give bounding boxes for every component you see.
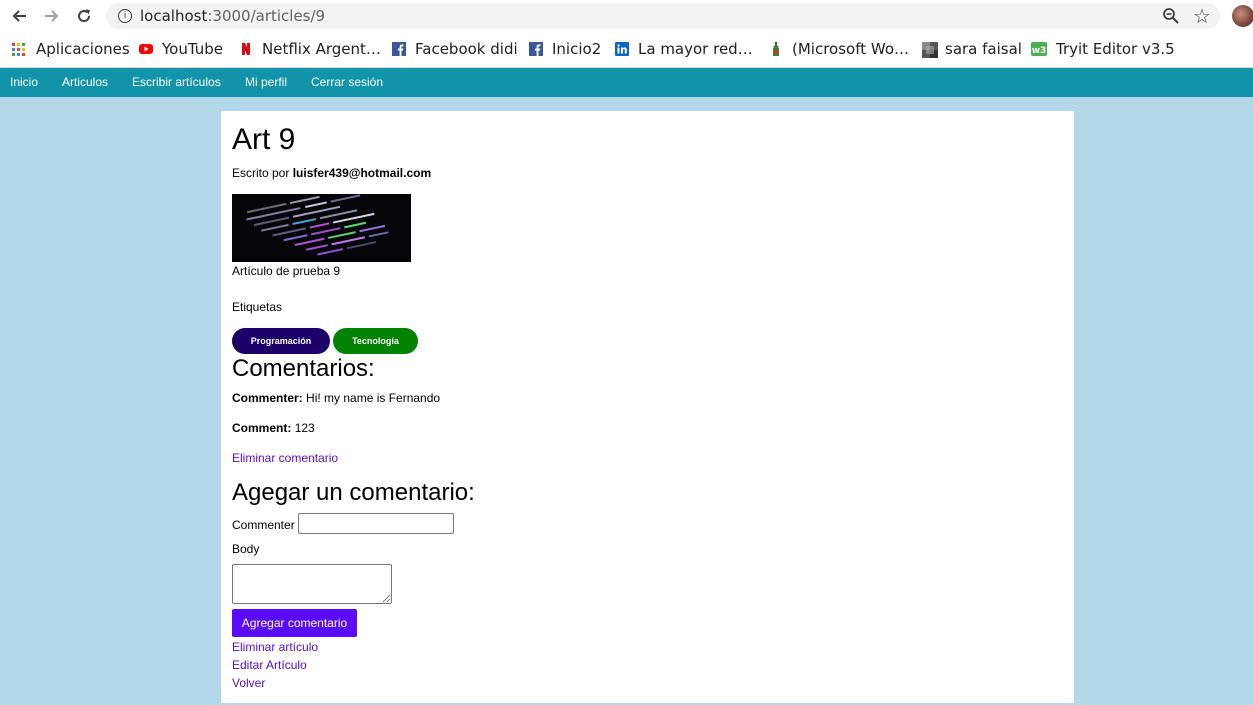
bookmark-label: Inicio2: [552, 40, 602, 58]
bookmark-aplicaciones[interactable]: Aplicaciones: [12, 40, 130, 58]
article-body: Artículo de prueba 9: [232, 264, 341, 278]
url-text[interactable]: localhost:3000/articles/9: [140, 7, 325, 25]
nav-mi-perfil[interactable]: Mi perfil: [245, 75, 287, 89]
address-bar[interactable]: i localhost:3000/articles/9: [106, 3, 1220, 29]
comment-body: Comment: 123: [232, 421, 315, 435]
add-comment-button[interactable]: Agregar comentario: [232, 609, 357, 637]
comments-heading: Comentarios:: [232, 355, 375, 382]
comment-label: Comment:: [232, 421, 292, 435]
tag-programacion[interactable]: Programación: [232, 328, 330, 354]
bookmark-label: La mayor red…: [638, 40, 753, 58]
body-textarea[interactable]: [232, 564, 392, 604]
delete-article-link[interactable]: Eliminar artículo: [232, 640, 318, 654]
bookmark-star-icon[interactable]: ☆: [1193, 4, 1211, 28]
commenter-value: Hi! my name is Fernando: [306, 391, 441, 405]
url-host: localhost: [140, 7, 208, 25]
article-image: [232, 194, 411, 262]
tag-tecnologia[interactable]: Tecnología: [333, 328, 418, 354]
bookmark-tryit-editor[interactable]: w3 Tryit Editor v3.5: [1031, 40, 1175, 58]
app-navbar: Inicio Articulos Escribir artículos Mi p…: [0, 68, 1253, 97]
bookmark-facebook-didi[interactable]: Facebook didi: [392, 40, 518, 58]
nav-cerrar-sesion[interactable]: Cerrar sesión: [311, 75, 383, 89]
comment-commenter: Commenter: Hi! my name is Fernando: [232, 391, 440, 405]
netflix-icon: [239, 42, 253, 56]
nav-articulos[interactable]: Articulos: [62, 75, 108, 89]
back-link[interactable]: Volver: [232, 676, 265, 690]
bookmark-label: Facebook didi: [415, 40, 518, 58]
comment-value: 123: [294, 421, 315, 435]
forward-arrow-icon[interactable]: [42, 6, 62, 26]
bookmark-microsoft-word[interactable]: (Microsoft Wo…: [769, 40, 909, 58]
profile-avatar[interactable]: [1232, 5, 1253, 27]
commenter-input[interactable]: [298, 513, 454, 534]
thumbnail-icon: [922, 42, 938, 58]
bookmark-label: Tryit Editor v3.5: [1056, 40, 1175, 58]
bottle-icon: [769, 42, 783, 56]
linkedin-icon: [615, 42, 629, 56]
body-field-label: Body: [232, 542, 260, 556]
bookmark-label: Aplicaciones: [36, 40, 130, 58]
article-author: luisfer439@hotmail.com: [292, 166, 432, 180]
byline-prefix: Escrito por: [232, 166, 290, 180]
url-path: :3000/articles/9: [207, 7, 326, 25]
nav-escribir-articulos[interactable]: Escribir artículos: [132, 75, 221, 89]
svg-text:w3: w3: [1032, 46, 1047, 56]
back-arrow-icon[interactable]: [9, 6, 29, 26]
bookmark-label: Netflix Argent…: [262, 40, 381, 58]
tags-label: Etiquetas: [232, 300, 283, 314]
article-card: Art 9 Escrito por luisfer439@hotmail.com: [221, 111, 1074, 703]
facebook-icon: [392, 42, 406, 56]
reload-icon[interactable]: [74, 6, 94, 26]
edit-article-link[interactable]: Editar Artículo: [232, 658, 307, 672]
apps-grid-icon: [12, 42, 25, 56]
bookmark-sara-faisal[interactable]: sara faisal: [922, 40, 1022, 58]
zoom-icon[interactable]: [1162, 7, 1180, 25]
commenter-label: Commenter:: [232, 391, 303, 405]
bookmarks-bar: Aplicaciones YouTube Netflix Argent… Fac…: [0, 32, 1253, 68]
article-title: Art 9: [232, 123, 296, 156]
w3schools-icon: w3: [1031, 42, 1047, 56]
bookmark-label: YouTube: [162, 40, 223, 58]
site-info-icon[interactable]: i: [118, 9, 132, 23]
browser-toolbar: i localhost:3000/articles/9 ☆: [0, 0, 1253, 32]
bookmark-youtube[interactable]: YouTube: [139, 40, 223, 58]
commenter-field-label: Commenter: [232, 518, 295, 532]
bookmark-linkedin[interactable]: La mayor red…: [615, 40, 753, 58]
add-comment-heading: Agegar un comentario:: [232, 479, 475, 506]
bookmark-label: (Microsoft Wo…: [792, 40, 910, 58]
bookmark-label: sara faisal: [945, 40, 1022, 58]
youtube-icon: [139, 42, 153, 56]
bookmark-netflix[interactable]: Netflix Argent…: [239, 40, 381, 58]
article-byline: Escrito por luisfer439@hotmail.com: [232, 166, 431, 180]
bookmark-inicio2[interactable]: Inicio2: [529, 40, 601, 58]
nav-inicio[interactable]: Inicio: [10, 75, 38, 89]
delete-comment-link[interactable]: Eliminar comentario: [232, 451, 338, 465]
facebook-icon: [529, 42, 543, 56]
